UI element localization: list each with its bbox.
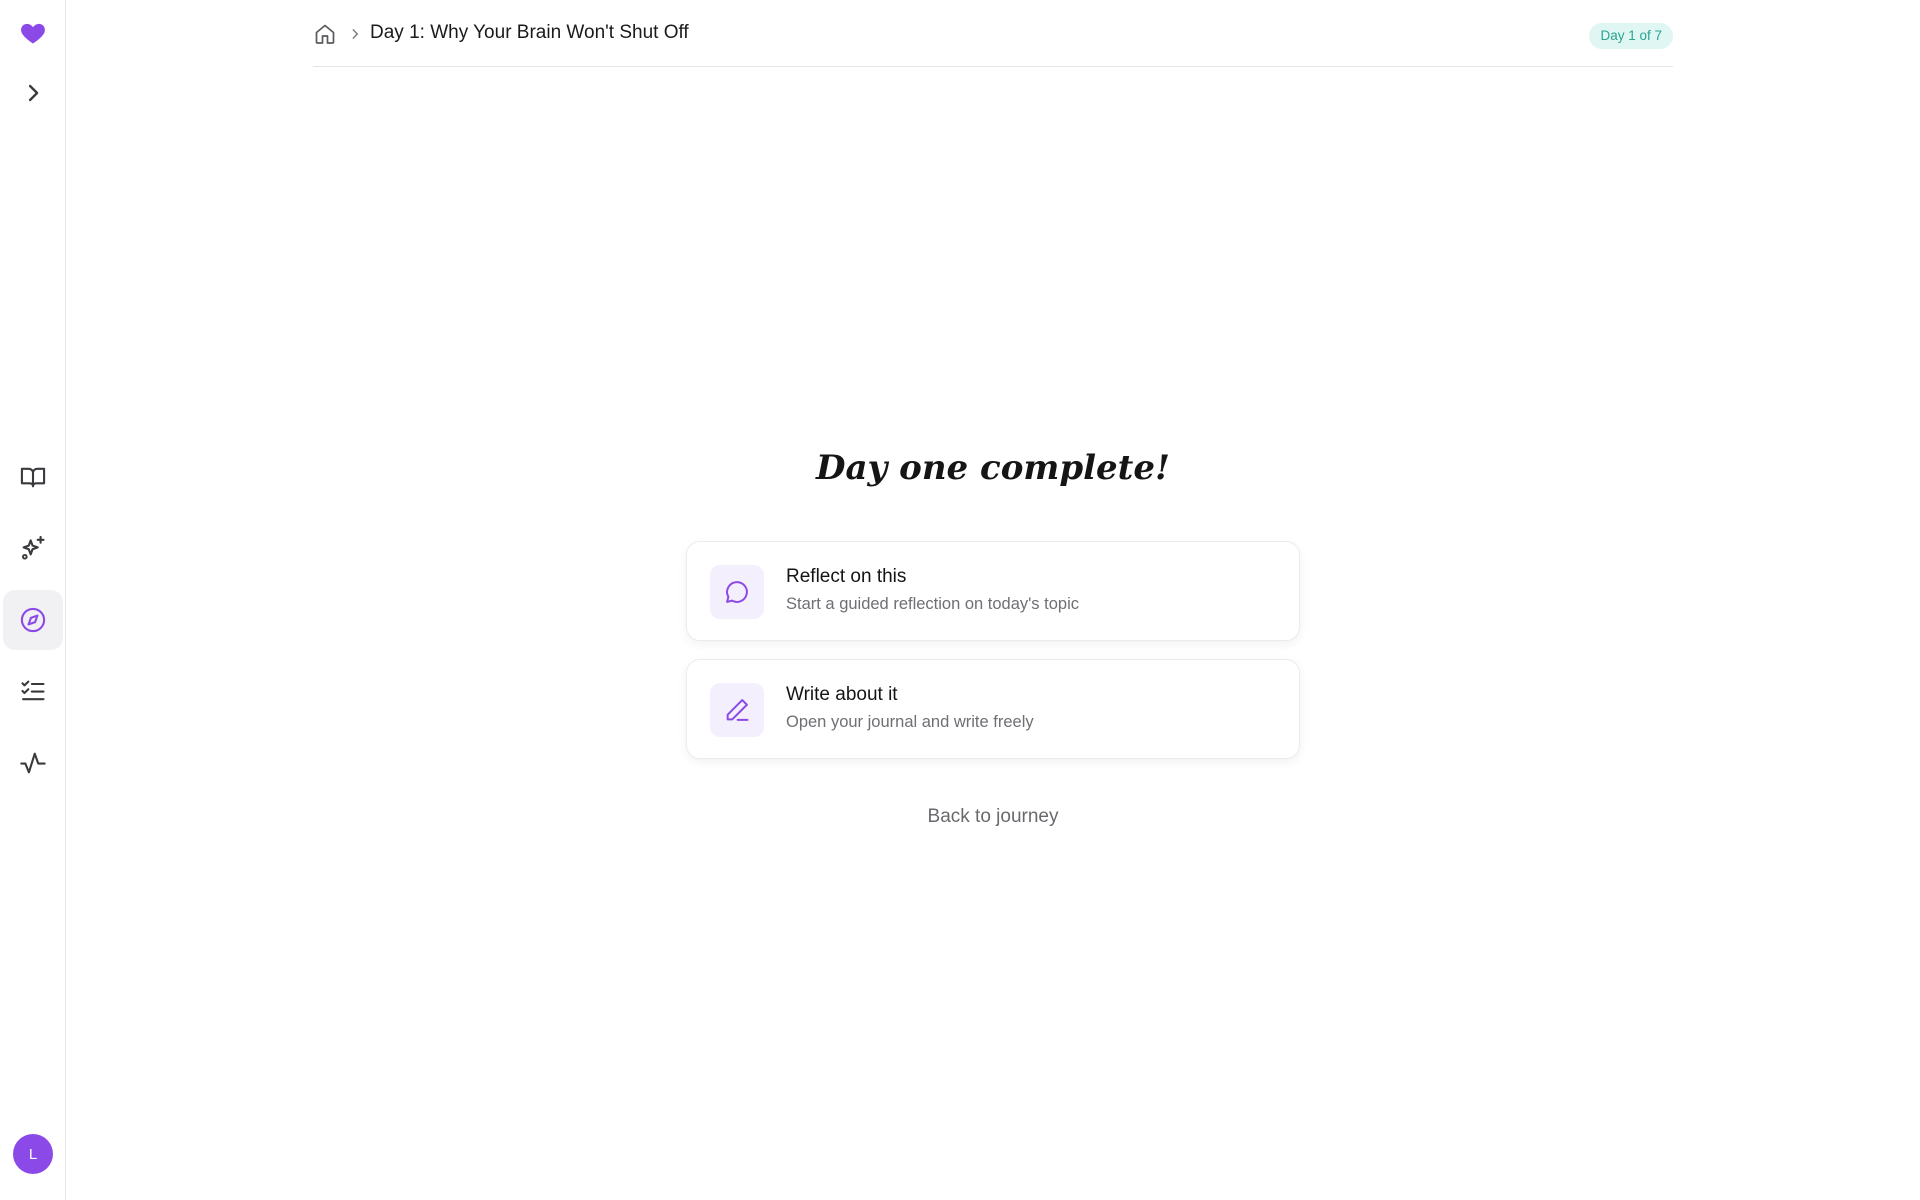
sidebar-item-journeys[interactable]: [3, 590, 63, 650]
page-title: Day 1: Why Your Brain Won't Shut Off: [370, 22, 689, 43]
heart-logo-icon[interactable]: [3, 3, 63, 63]
compass-icon: [20, 607, 46, 633]
completion-headline: Day one complete!: [816, 448, 1170, 488]
back-to-journey-link[interactable]: Back to journey: [928, 806, 1059, 827]
chevron-right-icon: [352, 29, 359, 39]
write-card-icon-box: [710, 683, 764, 737]
chevron-right-icon: [28, 84, 39, 102]
reflect-card[interactable]: Reflect on this Start a guided reflectio…: [686, 541, 1300, 641]
sidebar: L: [0, 0, 66, 1200]
back-to-journey-row: Back to journey: [0, 806, 1920, 828]
avatar[interactable]: L: [13, 1134, 53, 1174]
expand-sidebar-button[interactable]: [3, 63, 63, 123]
heart-icon: [21, 23, 45, 44]
sidebar-item-insights[interactable]: [3, 518, 63, 578]
sidebar-item-activity[interactable]: [3, 733, 63, 793]
breadcrumb: Day 1: Why Your Brain Won't Shut Off Day…: [313, 0, 1673, 67]
write-card-subtitle: Open your journal and write freely: [786, 713, 1034, 731]
list-checks-icon: [21, 680, 45, 701]
sidebar-item-tasks[interactable]: [3, 661, 63, 721]
chat-bubble-icon: [726, 581, 748, 603]
write-card[interactable]: Write about it Open your journal and wri…: [686, 659, 1300, 759]
activity-icon: [20, 752, 46, 774]
home-icon[interactable]: [313, 22, 337, 46]
day-progress-badge: Day 1 of 7: [1589, 23, 1673, 49]
reflect-card-subtitle: Start a guided reflection on today's top…: [786, 595, 1079, 613]
reflect-card-title: Reflect on this: [786, 566, 907, 587]
avatar-initial: L: [28, 1145, 38, 1163]
reflect-card-icon-box: [710, 565, 764, 619]
sparkles-icon: [22, 535, 45, 560]
write-card-title: Write about it: [786, 684, 898, 705]
pencil-icon: [726, 699, 749, 721]
